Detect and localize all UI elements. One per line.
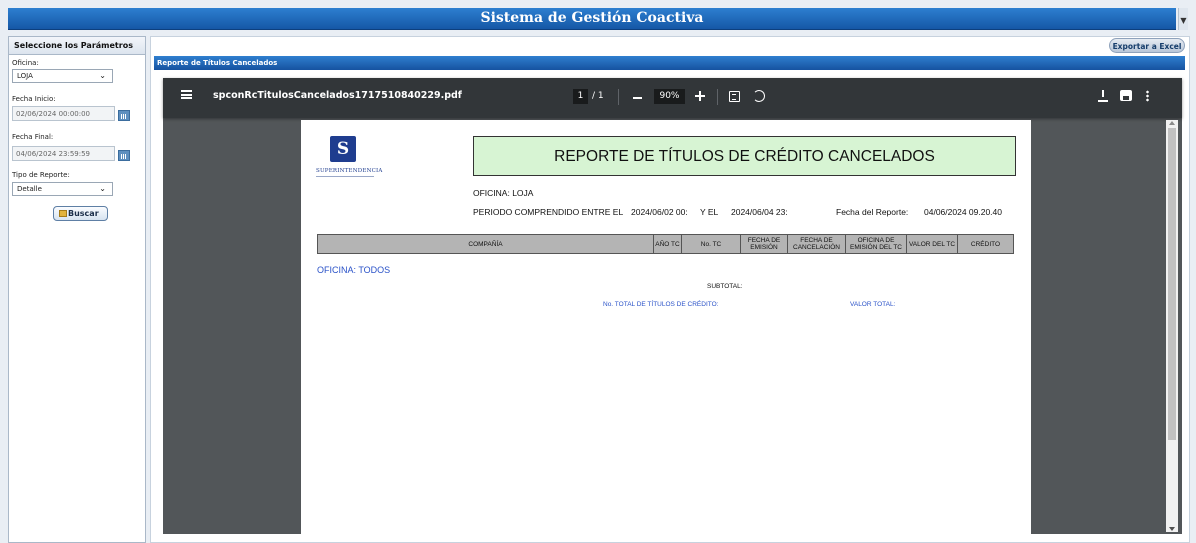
toolbar-separator [618,89,619,105]
col-no-tc: No. TC [682,235,741,253]
pdf-page: S SUPERINTENDENCIA REPORTE DE TÍTULOS DE… [301,120,1031,534]
fecha-reporte-value: 04/06/2024 09.20.40 [924,207,1002,217]
export-excel-button[interactable]: Exportar a Excel [1109,38,1185,53]
logo-underline [316,176,374,177]
fecha-final-label: Fecha Final: [12,133,54,141]
page-total: / 1 [592,91,604,101]
col-oficina-emision: OFICINA DE EMISIÓN DEL TC [846,235,907,253]
app-titlebar: Sistema de Gestión Coactiva [8,8,1176,30]
buscar-label: Buscar [68,209,99,218]
fecha-reporte-label: Fecha del Reporte: [836,207,909,217]
chevron-down-icon: ⌄ [99,184,106,193]
tipo-reporte-select[interactable]: Detalle ⌄ [12,182,113,196]
col-fecha-cancelacion: FECHA DE CANCELACIÓN [788,235,846,253]
report-table-header: COMPAÑÍA AÑO TC No. TC FECHA DE EMISIÓN … [317,234,1014,254]
app-window: Sistema de Gestión Coactiva ▼ Seleccione… [0,0,1196,543]
oficina-select-value: LOJA [17,72,33,80]
pdf-toolbar: spconRcTitulosCancelados1717510840229.pd… [163,78,1182,118]
fecha-inicio-input[interactable]: 02/06/2024 00:00:00 [12,106,115,121]
periodo-end: 2024/06/04 23: [731,207,788,217]
col-compania: COMPAÑÍA [318,235,654,253]
report-header: Reporte de Títulos Cancelados [154,56,1185,70]
fecha-final-input[interactable]: 04/06/2024 23:59:59 [12,146,115,161]
fit-page-icon[interactable] [729,91,740,102]
tipo-reporte-value: Detalle [17,185,42,193]
scroll-down-icon[interactable] [1169,527,1175,531]
logo-name: SUPERINTENDENCIA [316,168,383,174]
titlebar-dropdown-icon[interactable]: ▼ [1178,8,1188,30]
report-title: REPORTE DE TÍTULOS DE CRÉDITO CANCELADOS [473,136,1016,176]
tipo-reporte-label: Tipo de Reporte: [12,171,70,179]
pdf-scrollbar[interactable] [1166,120,1178,532]
toolbar-separator [717,89,718,105]
periodo-label: PERIODO COMPRENDIDO ENTRE EL [473,207,624,217]
app-title: Sistema de Gestión Coactiva [480,10,704,26]
scroll-up-icon[interactable] [1169,121,1175,125]
calendar-icon[interactable] [118,110,130,121]
parameters-panel: Seleccione los Parámetros Oficina: LOJA … [8,36,146,543]
calendar-icon[interactable] [118,150,130,161]
pdf-viewer: spconRcTitulosCancelados1717510840229.pd… [163,78,1182,534]
oficina-label: Oficina: [12,59,39,67]
logo-mark: S [330,136,356,162]
more-options-icon[interactable] [1146,90,1149,102]
rotate-icon[interactable] [753,90,765,102]
parameters-header: Seleccione los Parámetros [9,37,145,55]
menu-icon[interactable] [181,90,192,99]
search-folder-icon [59,210,67,217]
zoom-input[interactable]: 90% [654,89,685,104]
oficina-group: OFICINA: TODOS [317,265,391,275]
col-credito: CRÉDITO [970,240,1001,248]
zoom-in-icon[interactable] [695,91,705,101]
print-icon[interactable] [1120,90,1132,101]
subtotal-label: SUBTOTAL: [707,283,743,290]
zoom-out-icon[interactable] [633,97,642,99]
periodo-start: 2024/06/02 00: [631,207,688,217]
buscar-button[interactable]: Buscar [53,206,108,221]
oficina-select[interactable]: LOJA ⌄ [12,69,113,83]
col-ano-tc: AÑO TC [654,235,682,253]
oficina-line: OFICINA: LOJA [473,188,534,198]
y-el-label: Y EL [700,207,719,217]
valor-total-label: VALOR TOTAL: [850,301,896,308]
pdf-filename: spconRcTitulosCancelados1717510840229.pd… [213,90,462,101]
download-icon[interactable] [1098,90,1108,102]
col-valor-tc: VALOR DEL TC [907,235,958,253]
col-fecha-emision: FECHA DE EMISIÓN [741,235,788,253]
page-number-input[interactable]: 1 [573,89,588,104]
total-titulos-label: No. TOTAL DE TÍTULOS DE CRÉDITO: [603,301,719,308]
chevron-down-icon: ⌄ [99,71,106,80]
fecha-inicio-label: Fecha Inicio: [12,95,56,103]
superintendencia-logo: S SUPERINTENDENCIA [316,136,382,184]
scrollbar-thumb[interactable] [1168,128,1176,440]
